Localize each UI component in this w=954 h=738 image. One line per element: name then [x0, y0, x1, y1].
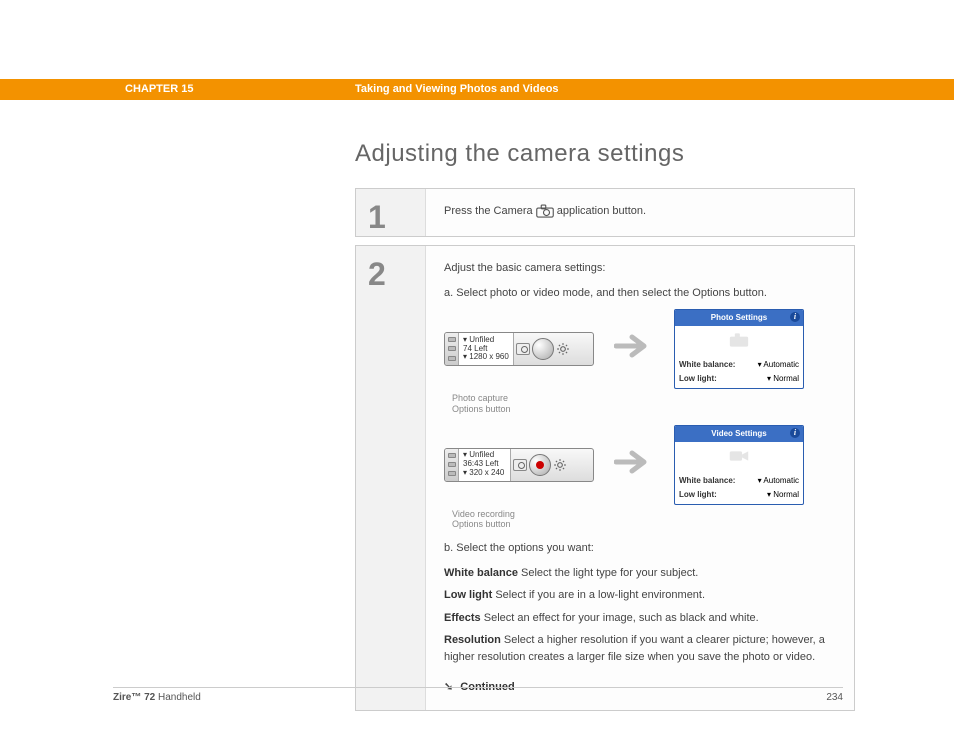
ps-wb-val: ▾ Automatic	[758, 359, 799, 371]
photo-settings-panel: Photo Settings i White balance: ▾ Automati…	[674, 309, 804, 389]
step2-a: a. Select photo or video mode, and then …	[444, 285, 836, 302]
ps-ll-label: Low light:	[679, 373, 717, 385]
gear-icon	[556, 342, 570, 356]
video-settings-title-text: Video Settings	[711, 429, 766, 438]
chapter-header: CHAPTER 15 Taking and Viewing Photos and…	[0, 79, 954, 100]
opt-ll-term: Low light	[444, 589, 492, 601]
section-title: Adjusting the camera settings	[355, 140, 855, 168]
gear-icon	[553, 458, 567, 472]
ps-wb-label: White balance:	[679, 359, 735, 371]
vs-wb-val: ▾ Automatic	[758, 475, 799, 487]
photo-caption: Photo capture Options button	[452, 393, 836, 415]
vs-ll-label: Low light:	[679, 489, 717, 501]
step2-b: b. Select the options you want:	[444, 540, 836, 557]
opt-ll-desc: Select if you are in a low-light environ…	[492, 589, 705, 601]
step-1: 1 Press the Camera application button.	[355, 188, 855, 237]
opt-wb-term: White balance	[444, 567, 518, 579]
vs-wb-label: White balance:	[679, 475, 735, 487]
arrow-right-icon	[614, 331, 654, 367]
step1-text-before: Press the Camera	[444, 205, 536, 217]
video-res: ▾ 320 x 240	[463, 469, 506, 478]
camera-silhouette-icon	[679, 330, 799, 358]
shutter-button-icon	[532, 338, 554, 360]
step-number: 2	[368, 256, 425, 293]
step-body: Adjust the basic camera settings: a. Sel…	[426, 246, 854, 710]
ps-ll-val: ▾ Normal	[767, 373, 799, 385]
vs-ll-val: ▾ Normal	[767, 489, 799, 501]
video-settings-title: Video Settings i	[675, 426, 803, 442]
video-settings-panel: Video Settings i White balance: ▾ Automati…	[674, 425, 804, 505]
info-icon: i	[790, 312, 800, 322]
footer-product: Zire™ 72 Handheld	[113, 692, 201, 703]
opt-res-desc: Select a higher resolution if you want a…	[444, 634, 825, 663]
drag-handle-icon	[445, 449, 459, 481]
step1-text-after: application button.	[557, 205, 646, 217]
camera-mode-icon	[513, 459, 527, 471]
camera-icon	[536, 204, 554, 218]
photo-buttons	[514, 333, 572, 365]
chapter-label: CHAPTER 15	[125, 79, 355, 100]
step-number-col: 1	[356, 189, 426, 236]
video-info: ▾ Unfiled 36:43 Left ▾ 320 x 240	[459, 449, 511, 481]
opt-ef-desc: Select an effect for your image, such as…	[481, 612, 759, 624]
video-caption: Video recording Options button	[452, 509, 836, 531]
opt-white-balance: White balance Select the light type for …	[444, 565, 836, 582]
info-icon: i	[790, 428, 800, 438]
step2-intro: Adjust the basic camera settings:	[444, 260, 836, 277]
footer-product-bold: Zire™ 72	[113, 692, 155, 703]
photo-capture-bar: ▾ Unfiled 74 Left ▾ 1280 x 960	[444, 332, 594, 366]
photo-settings-title: Photo Settings i	[675, 310, 803, 326]
record-button-icon	[529, 454, 551, 476]
photo-ui-row: ▾ Unfiled 74 Left ▾ 1280 x 960	[444, 309, 836, 389]
footer-product-rest: Handheld	[155, 692, 201, 703]
step-body: Press the Camera application button.	[426, 189, 854, 236]
step-2: 2 Adjust the basic camera settings: a. S…	[355, 245, 855, 711]
opt-effects: Effects Select an effect for your image,…	[444, 610, 836, 627]
arrow-right-icon	[614, 447, 654, 483]
footer-page-number: 234	[826, 692, 843, 703]
page-footer: Zire™ 72 Handheld 234	[113, 687, 843, 703]
photo-res: ▾ 1280 x 960	[463, 353, 509, 362]
header-spacer	[0, 79, 125, 100]
camera-mode-icon	[516, 343, 530, 355]
opt-low-light: Low light Select if you are in a low-lig…	[444, 587, 836, 604]
step-number: 1	[368, 199, 425, 236]
video-capture-bar: ▾ Unfiled 36:43 Left ▾ 320 x 240	[444, 448, 594, 482]
page-content: Adjusting the camera settings 1 Press th…	[355, 140, 855, 719]
step-number-col: 2	[356, 246, 426, 710]
opt-ef-term: Effects	[444, 612, 481, 624]
opt-wb-desc: Select the light type for your subject.	[518, 567, 698, 579]
video-buttons	[511, 449, 569, 481]
drag-handle-icon	[445, 333, 459, 365]
photo-info: ▾ Unfiled 74 Left ▾ 1280 x 960	[459, 333, 514, 365]
opt-res-term: Resolution	[444, 634, 501, 646]
photo-settings-title-text: Photo Settings	[711, 313, 767, 322]
opt-resolution: Resolution Select a higher resolution if…	[444, 632, 836, 665]
video-ui-row: ▾ Unfiled 36:43 Left ▾ 320 x 240	[444, 425, 836, 505]
video-silhouette-icon	[679, 446, 799, 474]
chapter-title: Taking and Viewing Photos and Videos	[355, 79, 954, 100]
